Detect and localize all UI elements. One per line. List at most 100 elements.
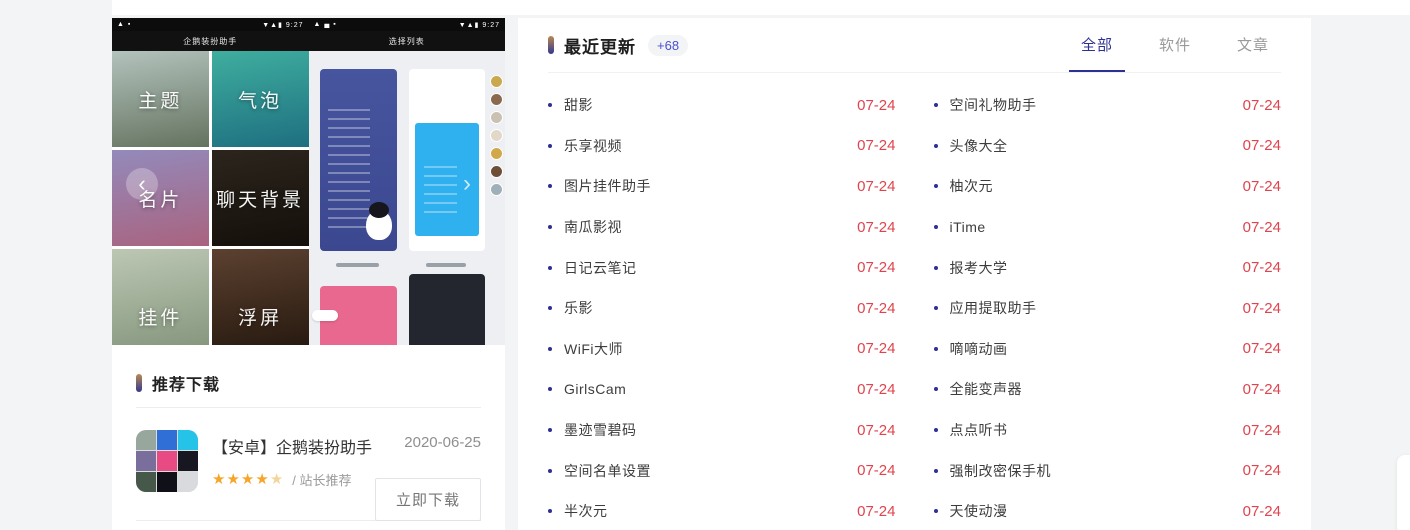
update-item-name[interactable]: 头像大全: [934, 136, 1008, 156]
update-item[interactable]: 报考大学 07-24: [934, 247, 1282, 288]
statusbar-left-icons: ▲ ▪: [117, 21, 131, 28]
android-statusbar: ▲ ▪ ▼▲▮ 9:27: [112, 18, 309, 31]
update-item[interactable]: 乐影07-24: [548, 288, 896, 329]
update-item-name[interactable]: 全能变声器: [934, 379, 1023, 399]
update-item-date: 07-24: [1243, 97, 1281, 114]
carousel-tile-3: 聊天背景: [212, 150, 309, 246]
update-item-name[interactable]: 甜影: [548, 95, 593, 115]
update-item[interactable]: 应用提取助手 07-24: [934, 288, 1282, 329]
theme-card-blue: [320, 69, 397, 251]
update-item-name[interactable]: 日记云笔记: [548, 258, 637, 278]
tile-label: 浮屏: [238, 303, 282, 330]
tile-label: 气泡: [238, 86, 282, 113]
avatar: [490, 93, 503, 106]
tile-label: 聊天背景: [216, 185, 304, 212]
update-item[interactable]: GirlsCam 07-24: [548, 369, 896, 410]
app-info: 【安卓】企鹅装扮助手 ★★★★★ / 站长推荐: [212, 430, 372, 492]
update-item-date: 07-24: [1243, 219, 1281, 236]
update-item-date: 07-24: [857, 381, 895, 398]
update-item-name[interactable]: 乐享视频: [548, 136, 622, 156]
update-item[interactable]: 强制改密保手机 07-24: [934, 450, 1282, 491]
update-item[interactable]: 墨迹雪碧码07-24: [548, 410, 896, 451]
update-item-date: 07-24: [1243, 300, 1281, 317]
carousel-tile-0: 主题: [112, 51, 209, 147]
update-item[interactable]: 日记云笔记07-24: [548, 247, 896, 288]
tag-pill: [312, 310, 338, 321]
penguin-icon: [366, 210, 392, 240]
update-item[interactable]: 嘀嘀动画 07-24: [934, 329, 1282, 370]
update-item-date: 07-24: [1243, 381, 1281, 398]
update-item-name[interactable]: 空间礼物助手: [934, 95, 1037, 115]
app-title[interactable]: 【安卓】企鹅装扮助手: [212, 434, 372, 458]
update-item-date: 07-24: [1243, 137, 1281, 154]
update-item-date: 07-24: [1243, 178, 1281, 195]
update-item[interactable]: 空间礼物助手 07-24: [934, 85, 1282, 126]
update-item[interactable]: WiFi大师07-24: [548, 329, 896, 370]
update-item[interactable]: 天使动漫07-24: [934, 491, 1282, 530]
update-item[interactable]: 空间名单设置07-24: [548, 450, 896, 491]
update-item[interactable]: 甜影 07-24: [548, 85, 896, 126]
update-item[interactable]: 半次元07-24: [548, 491, 896, 530]
avatar: [490, 111, 503, 124]
avatar: [490, 129, 503, 142]
update-item[interactable]: iTime 07-24: [934, 207, 1282, 248]
tab-article[interactable]: 文章: [1225, 18, 1281, 72]
update-item-name[interactable]: GirlsCam: [548, 381, 626, 397]
recommend-header: 推荐下载: [112, 345, 505, 407]
update-item-date: 07-24: [857, 97, 895, 114]
update-item-name[interactable]: 半次元: [548, 501, 608, 521]
update-item-name[interactable]: 嘀嘀动画: [934, 339, 1008, 359]
theme-caption: [426, 263, 465, 267]
recommend-title: 推荐下载: [152, 371, 220, 395]
update-item[interactable]: 点点听书 07-24: [934, 410, 1282, 451]
update-item-name[interactable]: WiFi大师: [548, 339, 623, 359]
update-item-date: 07-24: [1243, 259, 1281, 276]
update-item-name[interactable]: 南瓜影视: [548, 217, 622, 237]
update-item-name[interactable]: 空间名单设置: [548, 461, 651, 481]
update-item-name[interactable]: 墨迹雪碧码: [548, 420, 637, 440]
tile-label: 主题: [138, 86, 182, 113]
floating-side-widget[interactable]: [1397, 455, 1410, 530]
update-item-name[interactable]: 报考大学: [934, 258, 1008, 278]
section-marker-icon: [548, 36, 554, 54]
update-item-name[interactable]: 天使动漫: [934, 501, 1008, 521]
theme-card-cyan: [409, 69, 486, 251]
update-item-name[interactable]: 图片挂件助手: [548, 176, 651, 196]
update-item[interactable]: 全能变声器 07-24: [934, 369, 1282, 410]
recommended-app-item[interactable]: 【安卓】企鹅装扮助手 ★★★★★ / 站长推荐 2020-06-25 立即下载: [136, 408, 481, 521]
update-item[interactable]: 南瓜影视 07-24: [548, 207, 896, 248]
update-item-date: 07-24: [1243, 340, 1281, 357]
star-filled-icon: ★: [226, 471, 240, 488]
update-item-name[interactable]: 柚次元: [934, 176, 994, 196]
site-header-bottom-strip: [112, 0, 1410, 15]
download-now-button[interactable]: 立即下载: [375, 478, 481, 521]
update-item-date: 07-24: [1243, 422, 1281, 439]
update-item[interactable]: 柚次元 07-24: [934, 166, 1282, 207]
star-empty-icon: ★: [270, 471, 284, 488]
theme-caption: [336, 263, 379, 267]
star-filled-icon: ★: [241, 471, 255, 488]
update-item[interactable]: 图片挂件助手07-24: [548, 166, 896, 207]
recent-updates-panel: 最近更新 +68 全部软件文章 甜影07-24乐享视频07-24图片挂件助手07…: [518, 18, 1311, 530]
tab-all[interactable]: 全部: [1069, 18, 1125, 72]
update-item-date: 07-24: [857, 219, 895, 236]
update-count-badge: +68: [648, 35, 688, 56]
carousel-prev-icon[interactable]: ‹: [126, 168, 158, 200]
update-item-name[interactable]: iTime: [934, 219, 986, 235]
update-item[interactable]: 头像大全 07-24: [934, 126, 1282, 167]
update-item[interactable]: 乐享视频07-24: [548, 126, 896, 167]
update-item-name[interactable]: 乐影: [548, 298, 593, 318]
carousel-next-icon[interactable]: ›: [451, 168, 483, 200]
carousel-tile-1: 气泡: [212, 51, 309, 147]
app-screenshot-carousel[interactable]: ▲ ▪ ▼▲▮ 9:27 企鹅装扮助手 主题气泡名片聊天背景挂件浮屏 ▲ ▄ ▪…: [112, 18, 505, 345]
section-marker-icon: [136, 374, 142, 392]
update-item-name[interactable]: 应用提取助手: [934, 298, 1037, 318]
update-item-date: 07-24: [1243, 462, 1281, 479]
update-item-name[interactable]: 点点听书: [934, 420, 1008, 440]
app-thumbnail[interactable]: [136, 430, 198, 492]
tab-software[interactable]: 软件: [1147, 18, 1203, 72]
carousel-tile-5: 浮屏: [212, 249, 309, 345]
left-panel: ▲ ▪ ▼▲▮ 9:27 企鹅装扮助手 主题气泡名片聊天背景挂件浮屏 ▲ ▄ ▪…: [112, 18, 505, 530]
update-item-name[interactable]: 强制改密保手机: [934, 461, 1052, 481]
app-date: 2020-06-25: [404, 434, 481, 451]
